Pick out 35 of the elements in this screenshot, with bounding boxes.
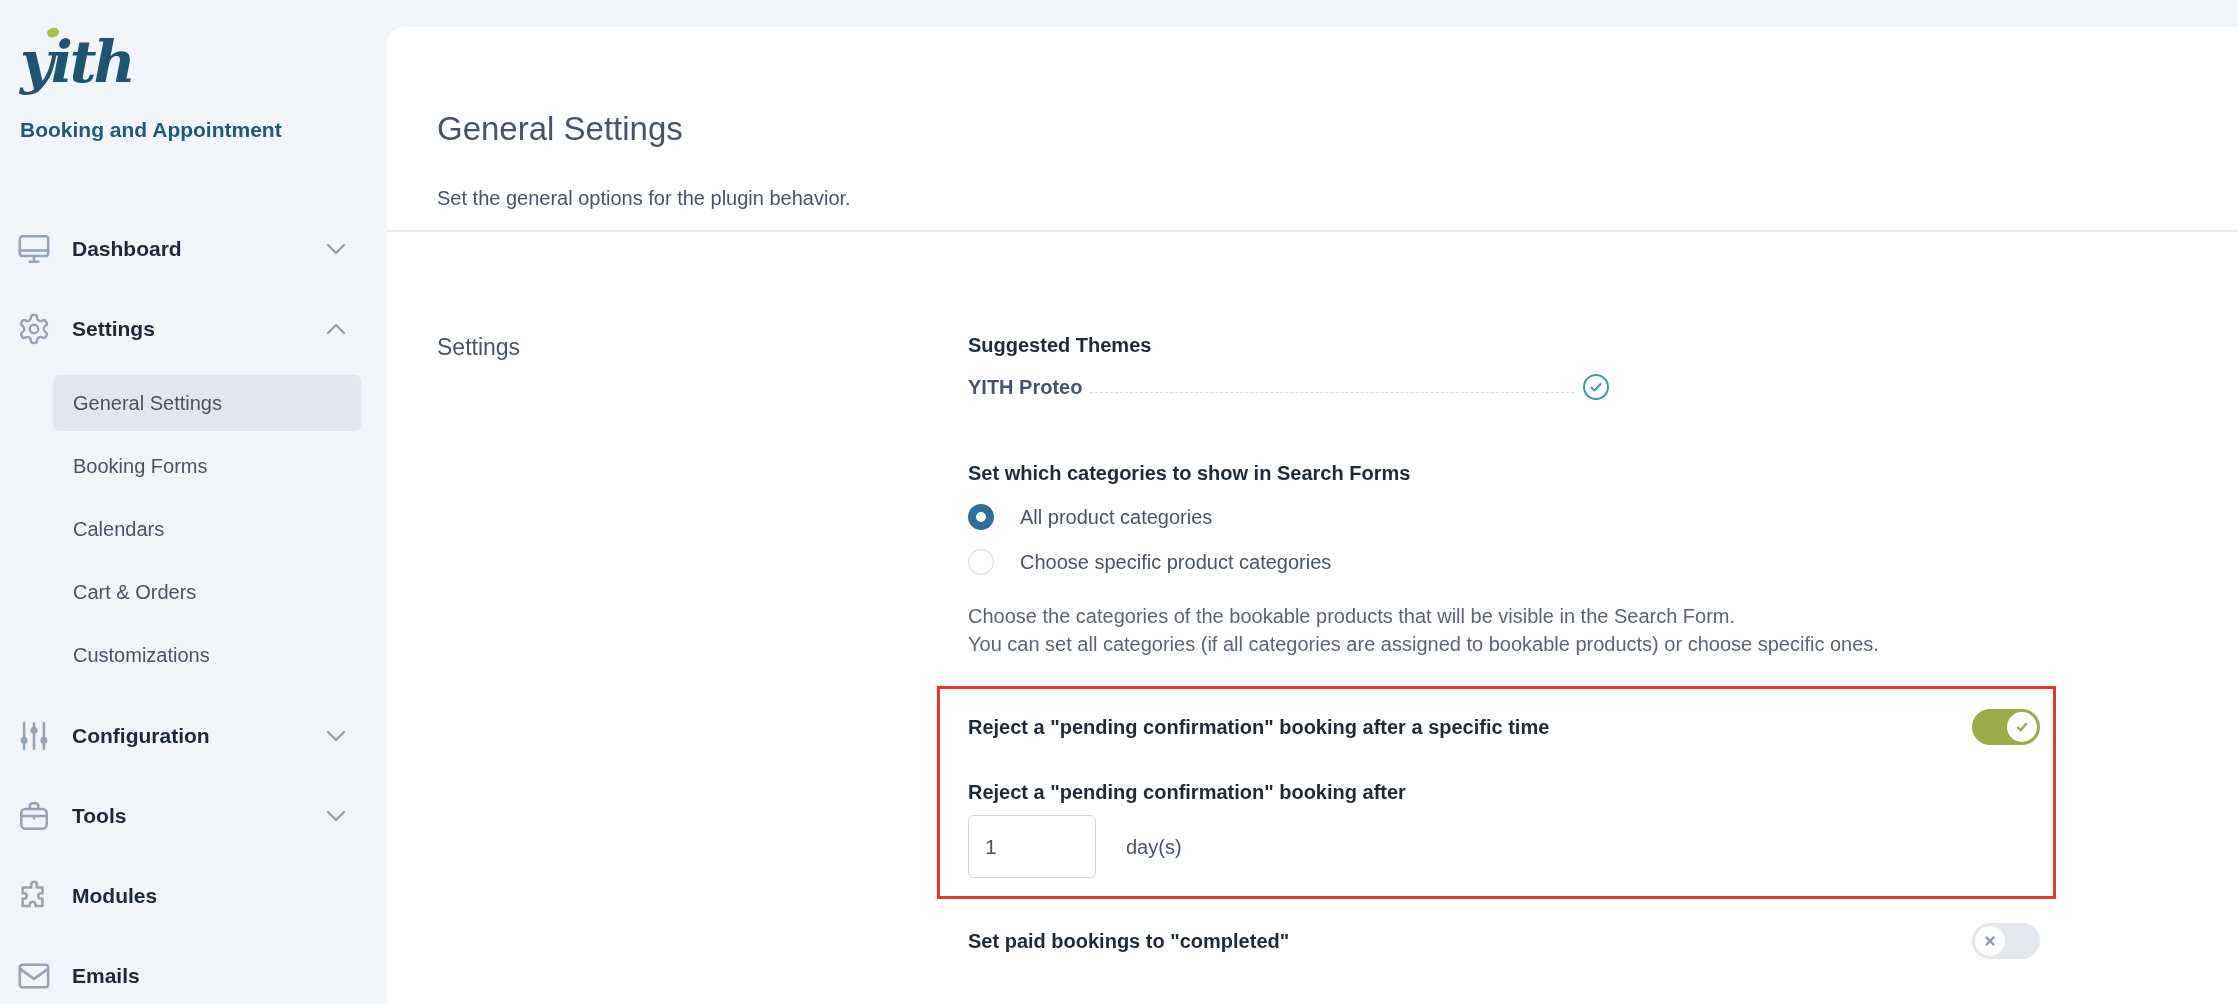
submenu-item[interactable]: Customizations <box>53 627 361 683</box>
help-text: You can set all categories (if all categories are assigned to bookable products) or choose specific ones. <box>968 632 1880 657</box>
help-text: Choose the categories of the bookable products that will be visible in the Search Form. <box>968 604 1737 629</box>
sidebar-item[interactable]: Modules <box>0 856 387 936</box>
toggle-switch[interactable] <box>1972 709 2040 745</box>
field-label: Set which categories to show in Search Forms <box>968 461 1412 486</box>
sidebar-item[interactable]: Configuration <box>0 696 387 776</box>
field-label: Suggested Themes <box>968 333 1153 358</box>
sidebar-item[interactable]: Dashboard <box>0 209 387 289</box>
briefcase-icon <box>17 799 51 833</box>
submenu-item[interactable]: Cart & Orders <box>53 564 361 620</box>
number-input[interactable]: 1 <box>968 815 1096 878</box>
submenu-item[interactable]: General Settings <box>53 375 361 431</box>
check-icon <box>2015 720 2029 734</box>
toggle-switch[interactable] <box>1972 923 2040 959</box>
sidebar-item[interactable]: Settings <box>0 289 387 369</box>
theme-name: YITH Proteo <box>968 375 1083 400</box>
sidebar-item[interactable]: Tools <box>0 776 387 856</box>
page-title: General Settings <box>437 109 684 149</box>
submenu-item[interactable]: Calendars <box>53 501 361 557</box>
field-label: Reject a "pending confirmation" booking after a specific time <box>968 715 1550 740</box>
monitor-icon <box>17 232 51 266</box>
field-label: Reject a "pending confirmation" booking after <box>968 780 1407 805</box>
radio-option[interactable]: Choose specific product categories <box>968 548 2040 576</box>
logo[interactable]: yith <box>20 30 133 94</box>
radio-option[interactable]: All product categories <box>968 503 2040 531</box>
field-label: Set paid bookings to "completed" <box>968 929 1290 954</box>
close-icon <box>1984 935 1996 947</box>
sidebar-item[interactable]: Emails <box>0 936 387 1004</box>
unit-label: day(s) <box>1126 834 1182 860</box>
submenu-item[interactable]: Booking Forms <box>53 438 361 494</box>
page-subtitle: Set the general options for the plugin behavior. <box>437 186 852 211</box>
section-title: Settings <box>437 333 522 362</box>
settings-icon <box>17 312 51 346</box>
product-name: Booking and Appointment <box>20 117 283 143</box>
